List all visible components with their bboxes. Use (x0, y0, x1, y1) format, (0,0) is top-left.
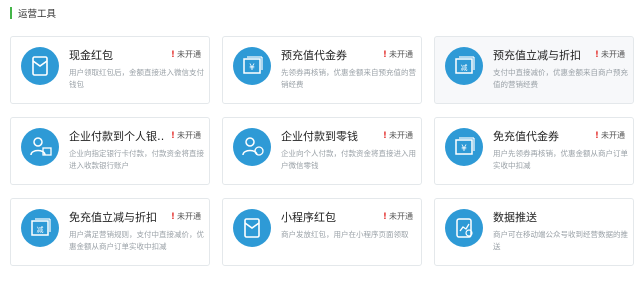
discount-tag-icon: 减 (445, 47, 483, 85)
data-push-icon (445, 209, 483, 247)
card-title: 预充值代金券 (281, 49, 347, 62)
section-header: 运营工具 (10, 6, 56, 20)
tool-card-pay-to-balance[interactable]: 企业付款到零钱 ! 未开通 企业向个人付款，付款资金将直接进入用户微信零钱 (222, 117, 422, 185)
tool-card-data-push[interactable]: 数据推送 商户可在移动端公众号收到经营数据的推送 (434, 198, 634, 266)
svg-text:减: 减 (461, 63, 468, 72)
tool-card-prepaid-voucher[interactable]: ¥ 预充值代金券 ! 未开通 先领券再核销，优惠金额来自预充值的营销经费 (222, 36, 422, 104)
red-envelope-icon (233, 209, 271, 247)
card-description: 用户满足营销规则，支付中直接减价，优惠金额从商户订单实收中扣减 (69, 230, 204, 251)
tool-card-free-voucher[interactable]: ¥ 免充值代金券 ! 未开通 用户先领券再核销，优惠金额从商户订单实收中扣减 (434, 117, 634, 185)
tool-card-cash-red-packet[interactable]: 现金红包 ! 未开通 用户领取红包后，金额直接进入微信支付钱包 (10, 36, 210, 104)
tool-card-prepaid-discount[interactable]: 减 预充值立减与折扣 ! 未开通 支付中直接减价，优惠金额来自商户预充值的营销经费 (434, 36, 634, 104)
status-badge: ! 未开通 (170, 49, 201, 60)
card-title: 现金红包 (69, 49, 113, 62)
discount-tag-icon: 减 (21, 209, 59, 247)
status-badge: ! 未开通 (382, 211, 413, 222)
svg-text:¥: ¥ (461, 144, 467, 154)
svg-text:减: 减 (37, 225, 44, 234)
status-badge: ! 未开通 (594, 130, 625, 141)
status-badge: ! 未开通 (382, 49, 413, 60)
tools-grid: 现金红包 ! 未开通 用户领取红包后，金额直接进入微信支付钱包 ¥ 预充值代金券 … (10, 36, 634, 266)
card-description: 用户先领券再核销，优惠金额从商户订单实收中扣减 (493, 149, 628, 170)
card-description: 支付中直接减价，优惠金额来自商户预充值的营销经费 (493, 68, 628, 89)
status-badge: ! 未开通 (594, 49, 625, 60)
status-badge: ! 未开通 (382, 130, 413, 141)
card-title: 数据推送 (493, 211, 537, 224)
card-title: 企业付款到零钱 (281, 130, 358, 143)
tool-card-free-discount[interactable]: 减 免充值立减与折扣 ! 未开通 用户满足营销规则，支付中直接减价，优惠金额从商户… (10, 198, 210, 266)
section-title: 运营工具 (18, 9, 57, 20)
tool-card-pay-to-bank[interactable]: 企业付款到个人银… ! 未开通 企业向指定银行卡付款，付款资金将直接进入收款银行账… (10, 117, 210, 185)
user-payment-icon (233, 128, 271, 166)
svg-text:¥: ¥ (249, 63, 255, 73)
card-description: 用户领取红包后，金额直接进入微信支付钱包 (69, 68, 204, 89)
section-accent-bar (10, 7, 12, 19)
card-title: 免充值立减与折扣 (69, 211, 157, 224)
card-description: 商户发放红包，用户在小程序页面领取 (281, 230, 409, 239)
card-title: 小程序红包 (281, 211, 336, 224)
card-description: 企业向个人付款，付款资金将直接进入用户微信零钱 (281, 149, 416, 170)
card-title: 预充值立减与折扣 (493, 49, 581, 62)
card-description: 先领券再核销，优惠金额来自预充值的营销经费 (281, 68, 416, 89)
card-description: 企业向指定银行卡付款，付款资金将直接进入收款银行账户 (69, 149, 204, 170)
status-badge: ! 未开通 (170, 130, 201, 141)
yen-voucher-icon: ¥ (445, 128, 483, 166)
status-badge: ! 未开通 (170, 211, 201, 222)
card-title: 企业付款到个人银… (69, 130, 165, 143)
card-title: 免充值代金券 (493, 130, 559, 143)
yen-voucher-icon: ¥ (233, 47, 271, 85)
bank-card-transfer-icon (21, 128, 59, 166)
tool-card-mini-program-red-packet[interactable]: 小程序红包 ! 未开通 商户发放红包，用户在小程序页面领取 (222, 198, 422, 266)
card-description: 商户可在移动端公众号收到经营数据的推送 (493, 230, 628, 251)
red-envelope-icon (21, 47, 59, 85)
